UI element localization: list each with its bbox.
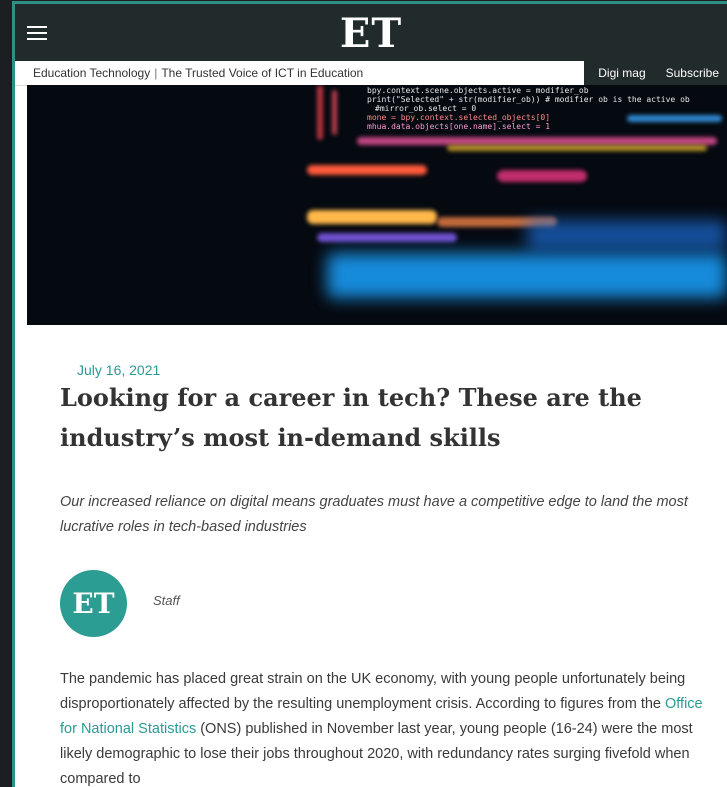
light-streak xyxy=(627,115,722,122)
header-actions: Digi mag Subscribe xyxy=(584,61,727,85)
light-streak xyxy=(327,253,727,298)
site-subheader: Education Technology | The Trusted Voice o… xyxy=(15,61,727,86)
code-line: mone = bpy.context.selected_objects[0] xyxy=(367,113,551,122)
light-streak xyxy=(497,170,587,182)
site-logo[interactable]: ET xyxy=(15,10,727,57)
light-streak xyxy=(317,85,323,140)
light-streak xyxy=(317,233,457,242)
author-name[interactable]: Staff xyxy=(153,593,180,608)
article-title: Looking for a career in tech? These are … xyxy=(60,383,642,452)
subscribe-link[interactable]: Subscribe xyxy=(666,66,719,80)
tagline-separator: | xyxy=(154,66,158,80)
light-streak xyxy=(332,90,337,135)
browser-frame: ET Education Technology | The Trusted Voic… xyxy=(15,4,727,787)
light-streak xyxy=(447,145,707,151)
author-avatar[interactable]: ET xyxy=(60,570,127,637)
light-streak xyxy=(527,220,727,250)
code-line: print("Selected" + str(modifier_ob)) # m… xyxy=(367,95,690,104)
code-line: #mirror_ob.select = 0 xyxy=(375,104,477,113)
code-line: mhua.data.objects[one.name].select = 1 xyxy=(367,122,551,131)
light-streak xyxy=(307,165,427,175)
tagline-text: The Trusted Voice of ICT in Education xyxy=(161,66,364,80)
article-lede: Our increased reliance on digital means … xyxy=(60,494,688,535)
light-streak xyxy=(307,210,437,224)
tagline-site-name: Education Technology xyxy=(33,66,151,80)
site-header: ET xyxy=(15,4,727,61)
light-streak xyxy=(357,137,717,145)
article-date: July 16, 2021 xyxy=(77,362,161,378)
code-line: bpy.context.scene.objects.active = modif… xyxy=(367,86,589,95)
digi-mag-link[interactable]: Digi mag xyxy=(598,66,645,80)
article-body: The pandemic has placed great strain on … xyxy=(60,667,710,787)
site-tagline: Education Technology | The Trusted Voice o… xyxy=(33,66,363,80)
body-text-part: The pandemic has placed great strain on … xyxy=(60,671,686,712)
hero-image: bpy.context.scene.objects.active = modif… xyxy=(27,85,727,325)
